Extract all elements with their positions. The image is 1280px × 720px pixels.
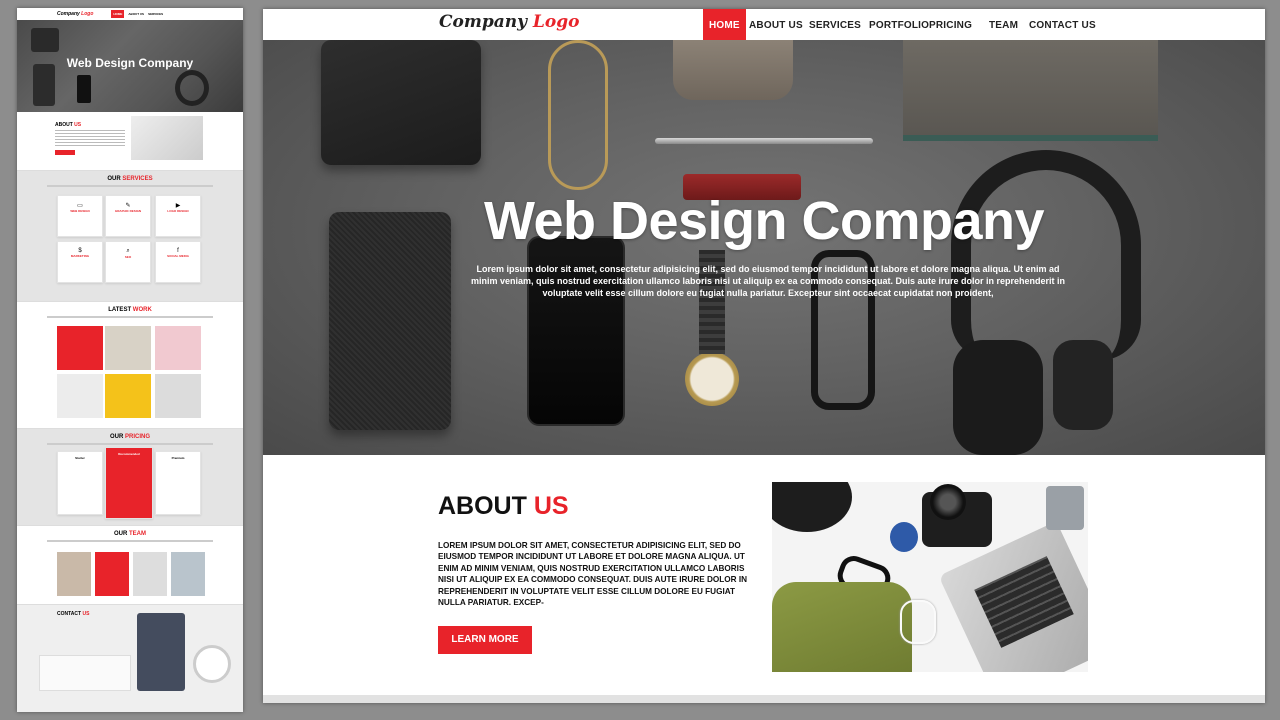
preview-work-section: LATEST WORK — [17, 302, 243, 429]
nav-team[interactable]: TEAM — [989, 9, 1018, 40]
nav-about-us[interactable]: ABOUT US — [749, 9, 803, 40]
preview-service-box: ✎ GRAPHIC DESIGN — [105, 195, 151, 237]
preview-pricing-section: OUR PRICING Starter Recommended Premium — [17, 429, 243, 526]
about-text: LOREM IPSUM DOLOR SIT AMET, CONSECTETUR … — [438, 541, 748, 608]
hero-title: Web Design Company — [483, 191, 1045, 251]
sunglasses-image — [548, 40, 608, 190]
preview-pricing-title: OUR PRICING — [109, 434, 151, 440]
navbar: Company Logo HOME ABOUT US SERVICES PORT… — [263, 9, 1265, 40]
preview-service-box: $ MARKETING — [57, 241, 103, 283]
headphone-cup-left — [953, 340, 1043, 455]
hero-banner: Web Design Company Lorem ipsum dolor sit… — [263, 40, 1265, 455]
preview-service-box: ⌕ SEO — [105, 241, 151, 283]
watch-image — [685, 352, 739, 406]
preview-nav-about: ABOUT US — [128, 12, 145, 16]
play-icon: ▶ — [175, 203, 181, 209]
hard-drive-image — [1046, 486, 1084, 530]
preview-service-box: f SOCIAL MEDIA — [155, 241, 201, 283]
bowtie-image — [673, 40, 793, 100]
hero-description: Lorem ipsum dolor sit amet, consectetur … — [470, 264, 1066, 298]
preview-hero: Web Design Company — [17, 20, 243, 112]
preview-services-section: OUR SERVICES ▭ WEB DESIGN ✎ GRAPHIC DESIGN… — [17, 171, 243, 302]
pencil-cup-image — [890, 522, 918, 552]
preview-services-title: OUR SERVICES — [107, 176, 153, 182]
preview-team-section: OUR TEAM — [17, 526, 243, 605]
hat-image — [772, 482, 852, 532]
camera-lens-image — [930, 484, 966, 520]
nav-contact-us[interactable]: CONTACT US — [1029, 9, 1096, 40]
preview-plan-card: Recommended — [105, 447, 153, 519]
pencil-icon: ✎ — [125, 203, 131, 209]
preview-service-box: ▭ WEB DESIGN — [57, 195, 103, 237]
learn-more-button[interactable]: LEARN MORE — [438, 626, 532, 654]
nav-portfolio[interactable]: PORTFOLIO — [869, 9, 929, 40]
website-page: Company Logo HOME ABOUT US SERVICES PORT… — [263, 9, 1265, 703]
tshirt-image — [772, 582, 912, 672]
preview-hero-title: Web Design Company — [66, 56, 194, 70]
preview-logo: Company Logo — [57, 11, 94, 17]
nav-pricing[interactable]: PRICING — [929, 9, 972, 40]
about-section: ABOUT US LOREM IPSUM DOLOR SIT AMET, CON… — [263, 455, 1265, 703]
preview-contact-section: CONTACT US — [17, 605, 243, 712]
about-title: ABOUT US — [438, 492, 569, 520]
preview-about-title: ABOUT US — [55, 122, 82, 128]
preview-service-box: ▶ LOGO DESIGN — [155, 195, 201, 237]
search-icon: ⌕ — [126, 248, 130, 254]
monitor-icon: ▭ — [77, 203, 83, 209]
preview-nav-home: HOME — [111, 10, 125, 18]
headphone-cup-right — [1053, 340, 1113, 430]
page-bottom-edge — [263, 695, 1265, 703]
wallet-image — [321, 40, 481, 165]
about-image — [772, 482, 1088, 672]
page-preview-thumbnail: Company Logo HOME ABOUT US SERVICES Web … — [17, 8, 243, 712]
nav-services[interactable]: SERVICES — [809, 9, 861, 40]
preview-navbar: Company Logo HOME ABOUT US SERVICES — [17, 8, 243, 20]
nav-home[interactable]: HOME — [703, 9, 746, 40]
preview-work-title: LATEST WORK — [108, 307, 152, 313]
preview-nav-services: SERVICES — [148, 12, 164, 16]
pen-image — [655, 138, 873, 144]
company-logo[interactable]: Company Logo — [439, 12, 579, 32]
preview-plan-card: Premium — [155, 451, 201, 515]
preview-team-title: OUR TEAM — [113, 531, 146, 537]
preview-about-image — [131, 116, 203, 160]
earphones-image — [900, 600, 936, 644]
preview-plan-card: Starter — [57, 451, 103, 515]
notebook-image — [903, 40, 1158, 141]
headphones-image — [951, 150, 1141, 360]
preview-about-section: ABOUT US — [17, 112, 243, 171]
preview-contact-title: CONTACT US — [57, 611, 90, 617]
